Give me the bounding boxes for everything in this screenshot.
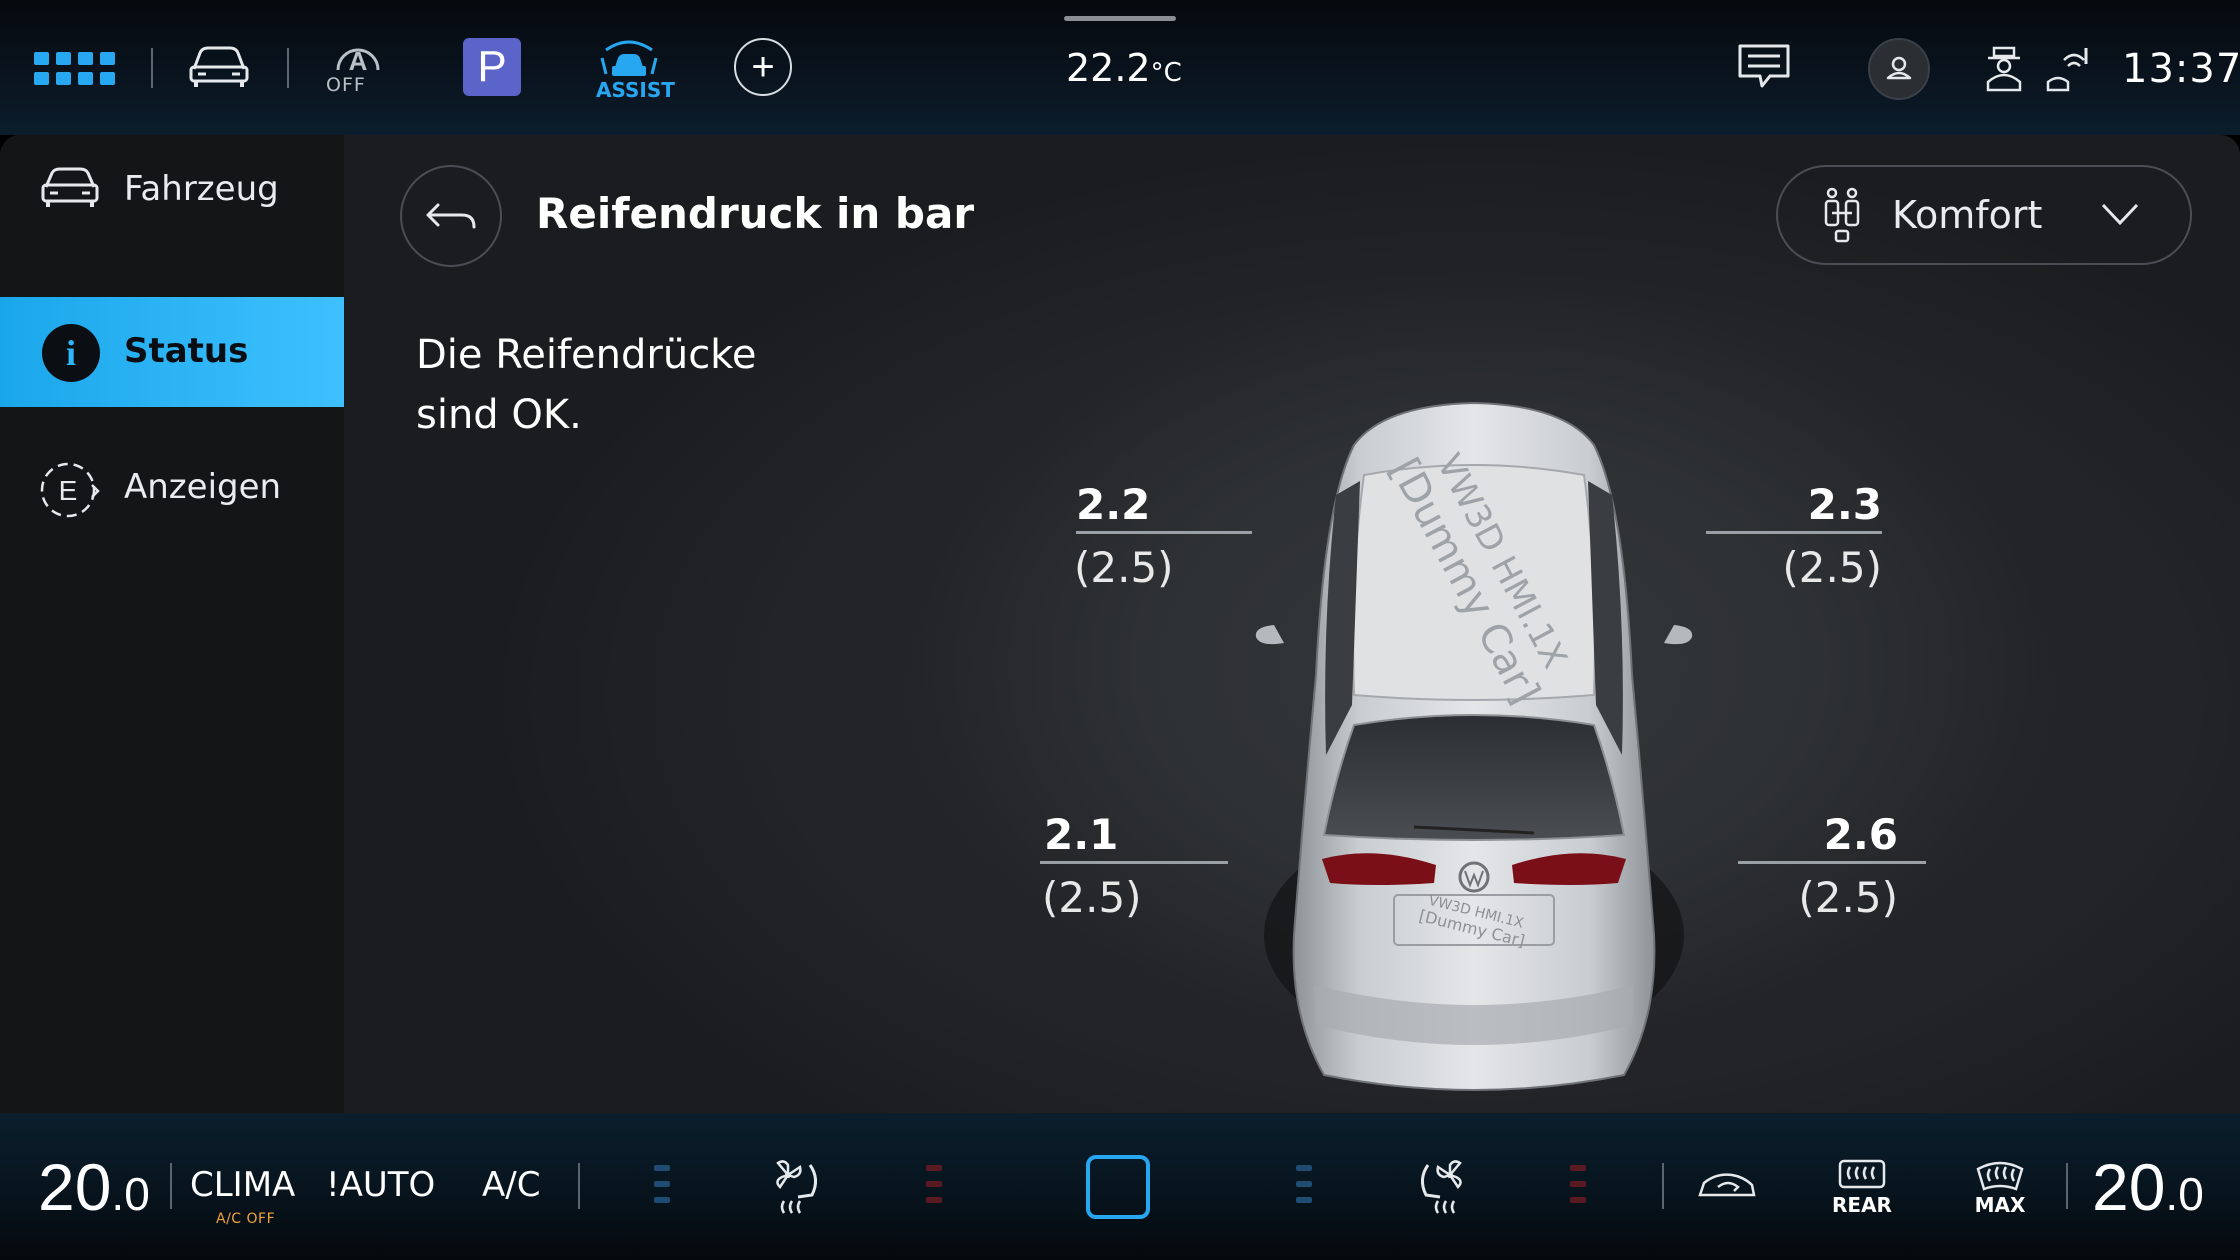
- tire-pressure-page: Reifendruck in bar Komfort Die Reifendrü…: [344, 135, 2240, 1113]
- divider: [1662, 1163, 1664, 1209]
- left-fan-level-indicator: [654, 1165, 670, 1213]
- climate-bar: 20.0 CLIMA A/C OFF !AUTO A/C REAR MAX 20…: [0, 1113, 2240, 1260]
- rear-defrost-button[interactable]: REAR: [1832, 1157, 1892, 1217]
- left-seat-heat-level-indicator: [926, 1165, 942, 1213]
- ac-button[interactable]: A/C: [482, 1165, 540, 1205]
- top-status-bar: A OFF P ASSIST + 22.2°C 13:37: [0, 0, 2240, 135]
- tire-status-message: Die Reifendrücke sind OK.: [416, 325, 816, 445]
- chevron-down-icon: [2100, 199, 2140, 229]
- back-button[interactable]: [400, 165, 502, 267]
- tire-divider: [1040, 861, 1228, 864]
- max-defrost-label: MAX: [1974, 1193, 2026, 1217]
- profile-dropdown-value: Komfort: [1892, 193, 2043, 237]
- back-arrow-icon: [426, 203, 476, 229]
- sidebar-item-fahrzeug[interactable]: Fahrzeug: [0, 135, 344, 245]
- tire-pressure-value: 2.2: [1076, 480, 1151, 529]
- left-temperature[interactable]: 20.0: [38, 1149, 150, 1225]
- car-3d-render: VW3D HMI.1X [Dummy Car] VW3D HMI.1X [Dum…: [1214, 375, 1734, 1113]
- page-title: Reifendruck in bar: [536, 189, 975, 238]
- rear-defrost-icon: [1838, 1159, 1886, 1189]
- svg-text:A: A: [349, 46, 368, 76]
- left-seat-ventilation-icon[interactable]: [770, 1155, 826, 1217]
- driver-profile-icon[interactable]: [1984, 46, 2024, 92]
- driver-assist-button[interactable]: ASSIST: [596, 36, 675, 106]
- tire-pressure-value: 2.6: [1823, 810, 1898, 859]
- right-seat-ventilation-icon[interactable]: [1412, 1155, 1468, 1217]
- park-assist-button[interactable]: P: [463, 38, 521, 96]
- tire-divider: [1076, 531, 1252, 534]
- tire-front-right: 2.3 (2.5): [1706, 479, 1894, 596]
- status-line: sind OK.: [416, 392, 582, 438]
- sidebar-item-status[interactable]: i Status: [0, 297, 344, 407]
- sync-button[interactable]: [1086, 1155, 1150, 1219]
- messages-icon[interactable]: [1736, 42, 1792, 92]
- tire-target-value: (2.5): [1074, 543, 1174, 592]
- tire-divider: [1706, 531, 1882, 534]
- clock: 13:37: [2122, 46, 2240, 92]
- divider: [170, 1163, 172, 1209]
- sidebar-item-anzeigen[interactable]: E Anzeigen: [0, 433, 344, 543]
- status-line: Die Reifendrücke: [416, 332, 757, 378]
- left-temp-dec: .0: [111, 1168, 150, 1220]
- apps-grid-icon[interactable]: [34, 48, 122, 88]
- user-icon: [1886, 56, 1912, 80]
- auto-hold-off-label: OFF: [326, 74, 366, 96]
- sidebar-item-label: Fahrzeug: [124, 169, 279, 209]
- divider: [151, 48, 153, 88]
- assist-car-icon: [600, 40, 658, 76]
- assist-label: ASSIST: [596, 78, 675, 102]
- e-glyph: E: [59, 475, 78, 506]
- vehicle-icon[interactable]: [188, 43, 250, 89]
- rear-defrost-label: REAR: [1832, 1193, 1892, 1217]
- auto-climate-button[interactable]: !AUTO: [326, 1165, 435, 1205]
- tire-rear-right: 2.6 (2.5): [1738, 809, 1926, 926]
- connectivity-icon[interactable]: [2044, 46, 2090, 92]
- sidebar-item-label: Status: [124, 331, 249, 371]
- left-temp-int: 20: [38, 1150, 112, 1224]
- tire-divider: [1738, 861, 1926, 864]
- max-defrost-button[interactable]: MAX: [1974, 1157, 2026, 1217]
- add-shortcut-button[interactable]: +: [734, 38, 792, 96]
- tire-front-left: 2.2 (2.5): [1072, 479, 1252, 596]
- air-recirculation-icon[interactable]: [1696, 1169, 1758, 1203]
- sidebar: Fahrzeug i Status E Anzeigen: [0, 135, 344, 1113]
- right-temperature[interactable]: 20.0: [2092, 1149, 2204, 1225]
- tire-pressure-value: 2.1: [1044, 810, 1119, 859]
- seat-icon: [1822, 187, 1862, 245]
- right-fan-level-indicator: [1296, 1165, 1312, 1213]
- main-panel: Fahrzeug i Status E Anzeigen Reifendruck…: [0, 135, 2240, 1113]
- info-icon: i: [42, 324, 100, 382]
- tire-target-value: (2.5): [1042, 873, 1142, 922]
- front-defrost-icon: [1976, 1161, 2024, 1191]
- right-temp-int: 20: [2092, 1150, 2166, 1224]
- driving-profile-dropdown[interactable]: Komfort: [1776, 165, 2192, 265]
- tire-target-value: (2.5): [1782, 543, 1882, 592]
- sidebar-item-label: Anzeigen: [124, 467, 282, 507]
- auto-hold-button[interactable]: A OFF: [326, 40, 390, 96]
- divider: [2066, 1163, 2068, 1209]
- divider: [578, 1163, 580, 1209]
- clima-button[interactable]: CLIMA: [190, 1165, 295, 1205]
- right-seat-heat-level-indicator: [1570, 1165, 1586, 1213]
- outside-temp-unit: °C: [1150, 58, 1182, 88]
- drawer-handle[interactable]: [1064, 16, 1176, 21]
- user-profile-button[interactable]: [1868, 38, 1930, 100]
- divider: [287, 48, 289, 88]
- outside-temp-value: 22.2: [1066, 46, 1151, 90]
- tire-rear-left: 2.1 (2.5): [1040, 809, 1228, 926]
- e-display-icon: E: [38, 461, 102, 519]
- right-temp-dec: .0: [2165, 1168, 2204, 1220]
- tire-pressure-value: 2.3: [1807, 480, 1882, 529]
- outside-temperature: 22.2°C: [1066, 46, 1182, 90]
- tire-target-value: (2.5): [1798, 873, 1898, 922]
- ac-off-indicator: A/C OFF: [216, 1211, 276, 1227]
- car-icon: [40, 165, 100, 211]
